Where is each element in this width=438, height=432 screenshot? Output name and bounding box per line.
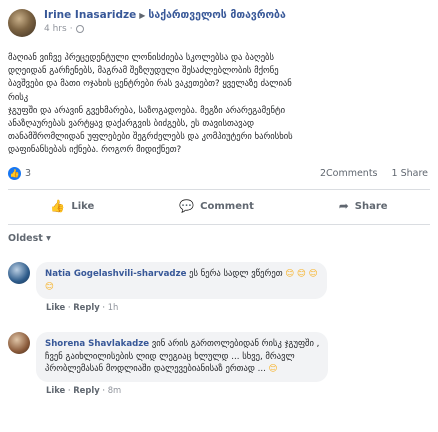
share-label: Share [354, 200, 388, 212]
comment-label: Comment [200, 200, 254, 212]
arrow-right-icon: ▶ [139, 11, 146, 20]
comment-actions: Like · Reply · 8m [46, 384, 122, 395]
header-text: Irine Inasaridze ▶ საქართველოს მთავრობა 4 … [44, 9, 286, 37]
reactions-summary[interactable]: 👍 3 [8, 167, 31, 180]
author-line: Irine Inasaridze ▶ საქართველოს მთავრობა [44, 9, 286, 21]
comment-reply-link[interactable]: Reply [73, 302, 99, 312]
share-button[interactable]: ➦ Share [339, 199, 388, 213]
comment-time[interactable]: 1h [108, 302, 119, 312]
comment-like-link[interactable]: Like [46, 385, 65, 395]
comments-count[interactable]: 2Comments [320, 168, 378, 179]
divider [8, 224, 430, 225]
engagement-counts: 2Comments 1 Share [320, 168, 428, 179]
reaction-count: 3 [25, 168, 32, 179]
like-button[interactable]: 👍 Like [50, 199, 94, 213]
author-avatar[interactable] [8, 9, 36, 37]
dot-separator: · [69, 24, 73, 34]
comment-main: Shorena Shavlakadze ვინ არის გართოლებიდა… [36, 332, 329, 395]
post-header: Irine Inasaridze ▶ საქართველოს მთავრობა 4 … [8, 9, 286, 37]
post-body: მაღიან ვიჩვე პრეცედენტული ლონისძიება სკო… [8, 52, 308, 158]
globe-icon [75, 25, 84, 33]
commenter-avatar[interactable] [8, 262, 30, 284]
post-line: ანაზღაურებას ვარტყავ დაქარგვის ბიძგებს, … [8, 119, 254, 130]
divider [8, 189, 430, 190]
like-label: Like [71, 200, 95, 212]
comment-text: პრობლემასან მოდლიაში დალევებიანისაზ ერთა… [45, 364, 266, 374]
comment-time[interactable]: 8m [108, 385, 122, 395]
share-arrow-icon: ➦ [338, 199, 349, 213]
comment-text: ვინ არის გართოლებიდან რისკ ჯგუფში , [151, 339, 320, 349]
commenter-name[interactable]: Natia Gogelashvili-sharvadze [45, 269, 186, 279]
comment-text: ჩვენ გაიხლილისების ლიდ ლეგიაც ხლულდ ... … [45, 351, 295, 362]
emoji-icon: 😊 [268, 364, 278, 374]
post-line: დღეიდან გარჩენებს, მაგრამ შეზღუდული შესა… [8, 66, 279, 77]
thumbs-up-icon: 👍 [50, 199, 66, 213]
post-line: ბავშვები და მათი ოჯახის ცენტრები რას ვაკ… [8, 79, 292, 103]
emoji-icon: 😊 [45, 281, 54, 292]
post-line: დაფინანსებას იქნება. როგორ მიდიქნეთ? [8, 145, 182, 156]
comment-text: ეს ნერა სადლ ვწერეთ [189, 269, 283, 279]
comment-button[interactable]: 💬 Comment [179, 199, 254, 213]
comment-bubble: Natia Gogelashvili-sharvadze ეს ნერა სად… [36, 262, 327, 299]
comment-item: Shorena Shavlakadze ვინ არის გართოლებიდა… [8, 332, 329, 395]
emoji-icon: 😊 😊 😊 [285, 269, 318, 279]
post-meta: 4 hrs · [44, 24, 286, 34]
comment-actions: Like · Reply · 1h [46, 302, 119, 312]
group-name[interactable]: საქართველოს მთავრობა [148, 9, 285, 21]
like-reaction-icon: 👍 [8, 167, 21, 180]
author-name[interactable]: Irine Inasaridze [44, 9, 136, 21]
commenter-name[interactable]: Shorena Shavlakadze [45, 339, 149, 349]
comment-like-link[interactable]: Like [46, 302, 65, 312]
comment-reply-link[interactable]: Reply [73, 385, 99, 395]
comment-main: Natia Gogelashvili-sharvadze ეს ნერა სად… [36, 262, 327, 312]
post-line: თანამშრომლიდან უფლებები შეგრძელებს და კო… [8, 132, 293, 143]
shares-count[interactable]: 1 Share [392, 168, 428, 179]
speech-bubble-icon: 💬 [179, 199, 195, 213]
post-time[interactable]: 4 hrs [44, 24, 67, 34]
comment-bubble: Shorena Shavlakadze ვინ არის გართოლებიდა… [36, 332, 329, 382]
action-bar: 👍 Like 💬 Comment ➦ Share [8, 193, 430, 219]
post-line: მაღიან ვიჩვე პრეცედენტული ლონისძიება სკო… [8, 53, 274, 63]
post-line: ჯგუფში და არავინ გვეხმარება, საზოგადოება… [8, 105, 286, 116]
comment-sort-dropdown[interactable]: Oldest ▾ [8, 233, 51, 244]
commenter-avatar[interactable] [8, 332, 30, 354]
comment-item: Natia Gogelashvili-sharvadze ეს ნერა სად… [8, 262, 327, 312]
